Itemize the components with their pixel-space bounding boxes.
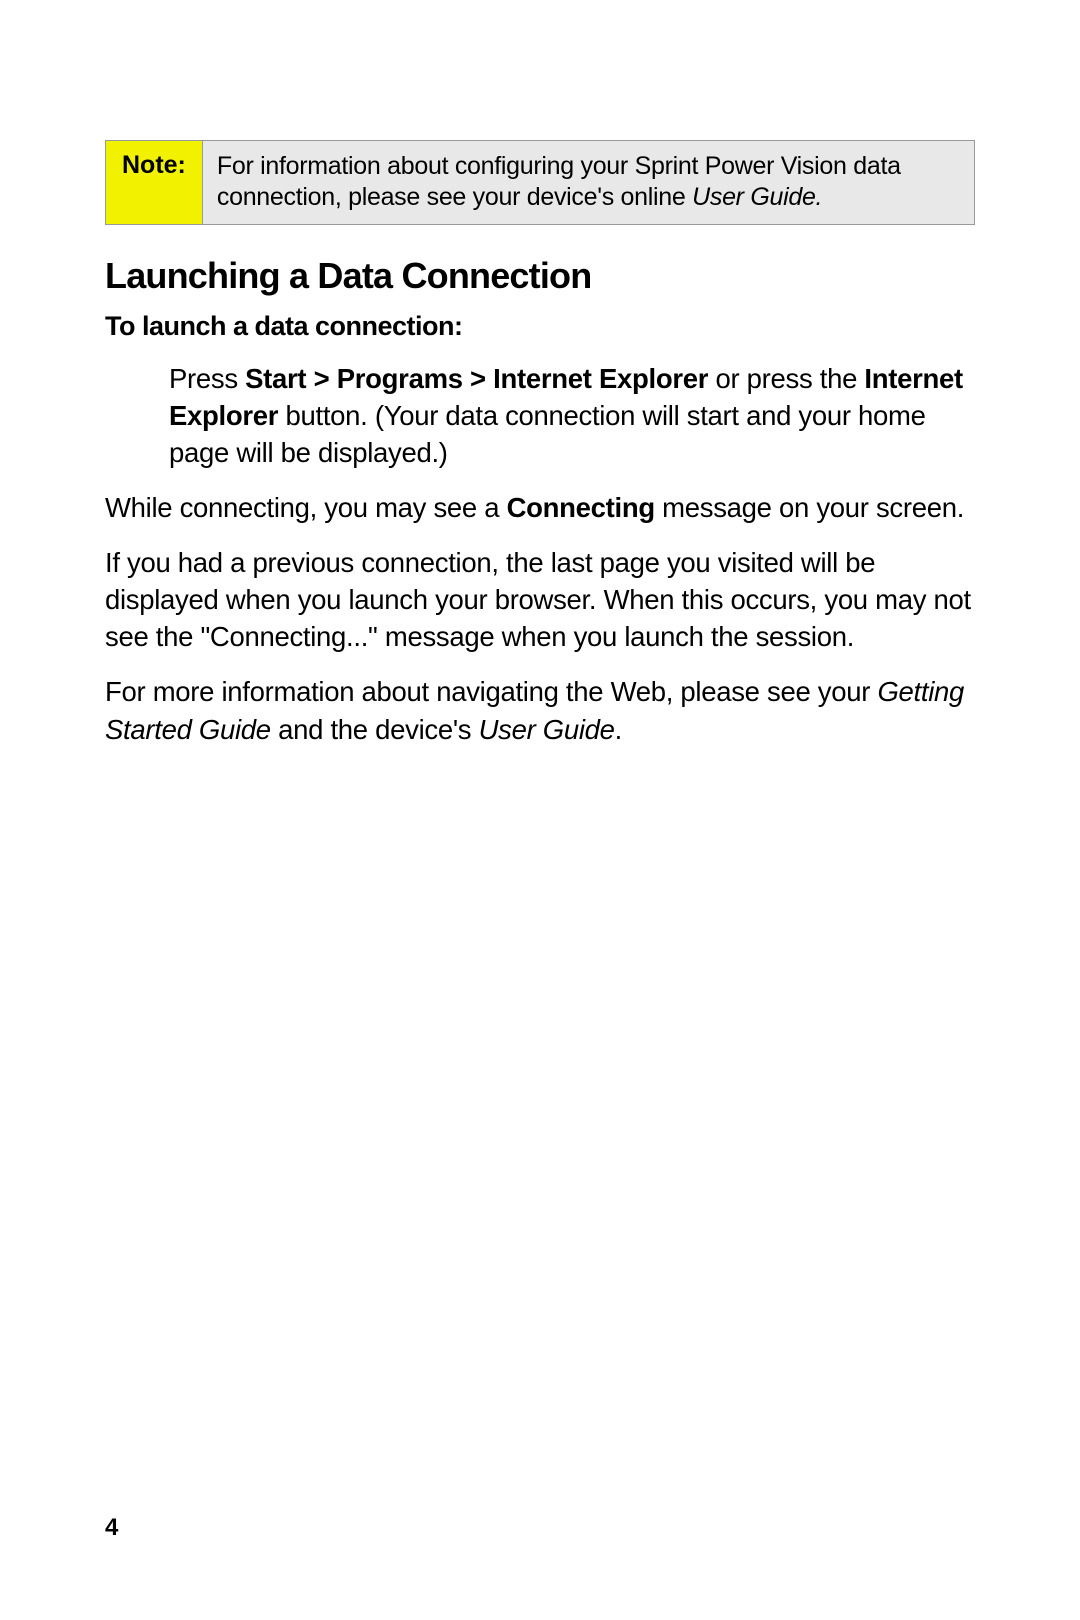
para3-post: . [615, 714, 622, 745]
step-post: button. (Your data connection will start… [169, 400, 926, 468]
para3-mid: and the device's [271, 714, 479, 745]
step-bold1: Start > Programs > Internet Explorer [245, 363, 708, 394]
para1-post: message on your screen. [655, 492, 964, 523]
note-body-italic: User Guide. [692, 183, 822, 211]
note-body: For information about configuring your S… [203, 141, 974, 224]
step-mid1: or press the [708, 363, 864, 394]
para1-bold: Connecting [507, 492, 655, 523]
note-box: Note: For information about configuring … [105, 140, 975, 225]
paragraph-connecting: While connecting, you may see a Connecti… [105, 489, 975, 526]
subheading: To launch a data connection: [105, 311, 975, 342]
step-paragraph: Press Start > Programs > Internet Explor… [169, 360, 975, 471]
para3-italic2: User Guide [479, 714, 615, 745]
page-number: 4 [105, 1514, 118, 1542]
paragraph-previous-connection: If you had a previous connection, the la… [105, 544, 975, 655]
para3-pre: For more information about navigating th… [105, 676, 877, 707]
note-label: Note: [106, 141, 203, 224]
paragraph-more-info: For more information about navigating th… [105, 673, 975, 747]
para1-pre: While connecting, you may see a [105, 492, 507, 523]
step-pre: Press [169, 363, 245, 394]
section-heading: Launching a Data Connection [105, 255, 975, 297]
